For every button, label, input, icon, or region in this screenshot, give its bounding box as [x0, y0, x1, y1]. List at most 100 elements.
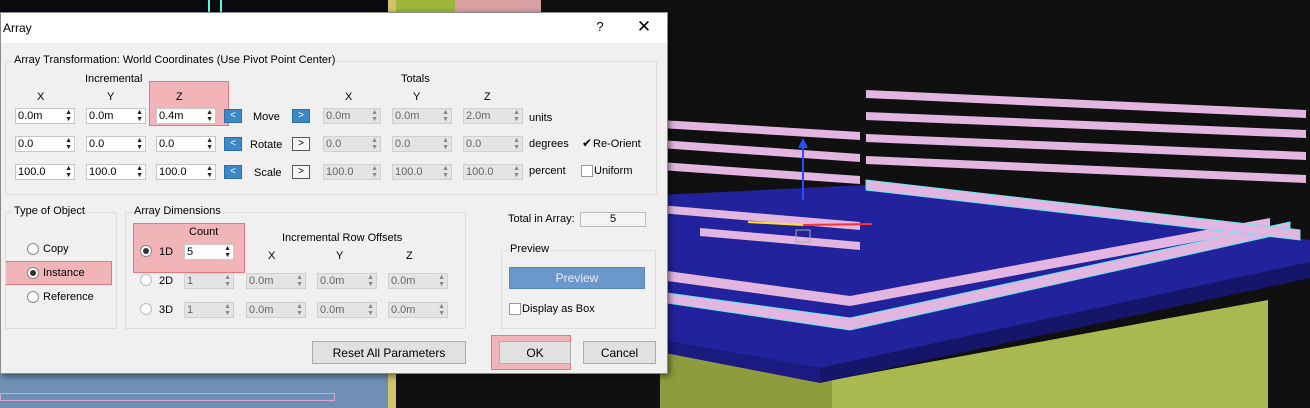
reference-radio[interactable] — [27, 291, 39, 303]
rotate-incremental-z[interactable]: 0.0 ▲ ▼ — [156, 136, 216, 152]
count-2d-input[interactable]: 1 ▲ ▼ — [184, 273, 234, 289]
count-header: Count — [189, 226, 219, 238]
count-1d-input[interactable]: 5 ▲ ▼ — [184, 244, 234, 260]
spinner-arrows-icon[interactable]: ▲ ▼ — [65, 109, 72, 123]
scale-label: Scale — [254, 167, 282, 179]
scale-total-y[interactable]: 100.0 ▲ ▼ — [392, 164, 452, 180]
spinner-arrows-icon[interactable]: ▲ ▼ — [371, 109, 378, 123]
pink-ring-6 — [866, 134, 1306, 160]
move-total-z[interactable]: 2.0m ▲ ▼ — [463, 108, 523, 124]
pink-strip-2 — [660, 140, 860, 162]
spinner-arrows-icon[interactable]: ▲ ▼ — [206, 137, 213, 151]
uniform-label: Uniform — [594, 165, 633, 177]
rotate-left-arrow-button[interactable]: < — [224, 137, 242, 151]
spinner-arrows-icon[interactable]: ▲ ▼ — [65, 165, 72, 179]
spinner-arrows-icon[interactable]: ▲ ▼ — [136, 165, 143, 179]
offset-3d-y[interactable]: 0.0m ▲ ▼ — [317, 302, 377, 318]
spinner-arrows-icon[interactable]: ▲ ▼ — [136, 137, 143, 151]
offset-2d-y[interactable]: 0.0m ▲ ▼ — [317, 273, 377, 289]
incremental-x-header: X — [37, 91, 45, 103]
help-button[interactable]: ? — [591, 19, 609, 34]
scale-left-arrow-button[interactable]: < — [224, 165, 242, 179]
move-left-arrow-button[interactable]: < — [224, 109, 242, 123]
move-incremental-y[interactable]: 0.0m ▲ ▼ — [86, 108, 146, 124]
rotate-incremental-y[interactable]: 0.0 ▲ ▼ — [86, 136, 146, 152]
totals-x-header: X — [345, 91, 353, 103]
spinner-arrows-icon[interactable]: ▲ ▼ — [442, 165, 449, 179]
move-unit-label: units — [529, 112, 553, 124]
instance-radio[interactable] — [27, 267, 39, 279]
reference-label: Reference — [43, 291, 94, 303]
rotate-total-z[interactable]: 0.0 ▲ ▼ — [463, 136, 523, 152]
spinner-arrows-icon[interactable]: ▲ ▼ — [367, 274, 374, 288]
re-orient-checkbox[interactable]: ✔ — [581, 137, 593, 150]
preview-group-label: Preview — [508, 243, 552, 255]
title-bar[interactable]: Array ? ✕ — [1, 13, 667, 43]
spinner-arrows-icon[interactable]: ▲ ▼ — [513, 137, 520, 151]
spinner-arrows-icon[interactable]: ▲ ▼ — [296, 274, 303, 288]
incremental-y-header: Y — [107, 91, 115, 103]
scale-incremental-y[interactable]: 100.0 ▲ ▼ — [86, 164, 146, 180]
offset-2d-x[interactable]: 0.0m ▲ ▼ — [246, 273, 306, 289]
spinner-arrows-icon[interactable]: ▲ ▼ — [136, 109, 143, 123]
pink-strip-1 — [660, 120, 860, 140]
offset-3d-x[interactable]: 0.0m ▲ ▼ — [246, 302, 306, 318]
preview-button[interactable]: Preview — [509, 267, 645, 289]
rotate-right-arrow-button[interactable]: > — [292, 137, 310, 151]
incremental-header: Incremental — [85, 73, 143, 85]
offset-3d-z[interactable]: 0.0m ▲ ▼ — [388, 302, 448, 318]
offset-2d-z[interactable]: 0.0m ▲ ▼ — [388, 273, 448, 289]
rotate-total-y[interactable]: 0.0 ▲ ▼ — [392, 136, 452, 152]
array-dimensions-label: Array Dimensions — [132, 205, 223, 217]
spinner-arrows-icon[interactable]: ▲ ▼ — [442, 137, 449, 151]
spinner-arrows-icon[interactable]: ▲ ▼ — [65, 137, 72, 151]
spinner-arrows-icon[interactable]: ▲ ▼ — [513, 165, 520, 179]
scale-total-x[interactable]: 100.0 ▲ ▼ — [323, 164, 381, 180]
rotate-incremental-x[interactable]: 0.0 ▲ ▼ — [15, 136, 75, 152]
spinner-arrows-icon[interactable]: ▲ ▼ — [438, 274, 445, 288]
total-in-array-label: Total in Array: — [508, 213, 575, 225]
spinner-arrows-icon[interactable]: ▲ ▼ — [206, 165, 213, 179]
spinner-arrows-icon[interactable]: ▲ ▼ — [438, 303, 445, 317]
dimension-2d-radio[interactable] — [140, 274, 152, 286]
spinner-arrows-icon[interactable]: ▲ ▼ — [224, 274, 231, 288]
move-right-arrow-button[interactable]: > — [292, 109, 310, 123]
scale-right-arrow-button[interactable]: > — [292, 165, 310, 179]
dimension-1d-label: 1D — [159, 246, 174, 258]
display-as-box-checkbox[interactable] — [509, 303, 521, 315]
rotate-total-x[interactable]: 0.0 ▲ ▼ — [323, 136, 381, 152]
copy-radio[interactable] — [27, 243, 39, 255]
dimension-2d-label: 2D — [159, 275, 174, 287]
close-button[interactable]: ✕ — [633, 17, 655, 37]
scale-incremental-x[interactable]: 100.0 ▲ ▼ — [15, 164, 75, 180]
reset-all-parameters-button[interactable]: Reset All Parameters — [312, 341, 466, 364]
move-incremental-z[interactable]: 0.4m ▲ ▼ — [156, 108, 216, 124]
move-incremental-x[interactable]: 0.0m ▲ ▼ — [15, 108, 75, 124]
spinner-arrows-icon[interactable]: ▲ ▼ — [224, 303, 231, 317]
pink-ring-7 — [866, 156, 1306, 183]
cancel-button[interactable]: Cancel — [583, 341, 656, 364]
pink-strip-3 — [660, 162, 860, 184]
ok-button[interactable]: OK — [499, 341, 571, 364]
spinner-arrows-icon[interactable]: ▲ ▼ — [371, 165, 378, 179]
count-3d-input[interactable]: 1 ▲ ▼ — [184, 302, 234, 318]
spinner-arrows-icon[interactable]: ▲ ▼ — [367, 303, 374, 317]
move-total-x[interactable]: 0.0m ▲ ▼ — [323, 108, 381, 124]
totals-y-header: Y — [413, 91, 421, 103]
spinner-arrows-icon[interactable]: ▲ ▼ — [296, 303, 303, 317]
spinner-arrows-icon[interactable]: ▲ ▼ — [206, 109, 213, 123]
display-as-box-label: Display as Box — [522, 303, 595, 315]
move-total-y[interactable]: 0.0m ▲ ▼ — [392, 108, 452, 124]
scale-incremental-z[interactable]: 100.0 ▲ ▼ — [156, 164, 216, 180]
pink-ring-4 — [866, 90, 1306, 118]
dimension-1d-radio[interactable] — [140, 245, 152, 257]
row-offsets-header: Incremental Row Offsets — [282, 232, 403, 244]
spinner-arrows-icon[interactable]: ▲ ▼ — [442, 109, 449, 123]
spinner-arrows-icon[interactable]: ▲ ▼ — [224, 245, 231, 259]
move-label: Move — [253, 111, 280, 123]
uniform-checkbox[interactable] — [581, 165, 593, 177]
spinner-arrows-icon[interactable]: ▲ ▼ — [513, 109, 520, 123]
spinner-arrows-icon[interactable]: ▲ ▼ — [371, 137, 378, 151]
scale-total-z[interactable]: 100.0 ▲ ▼ — [463, 164, 523, 180]
dimension-3d-radio[interactable] — [140, 303, 152, 315]
